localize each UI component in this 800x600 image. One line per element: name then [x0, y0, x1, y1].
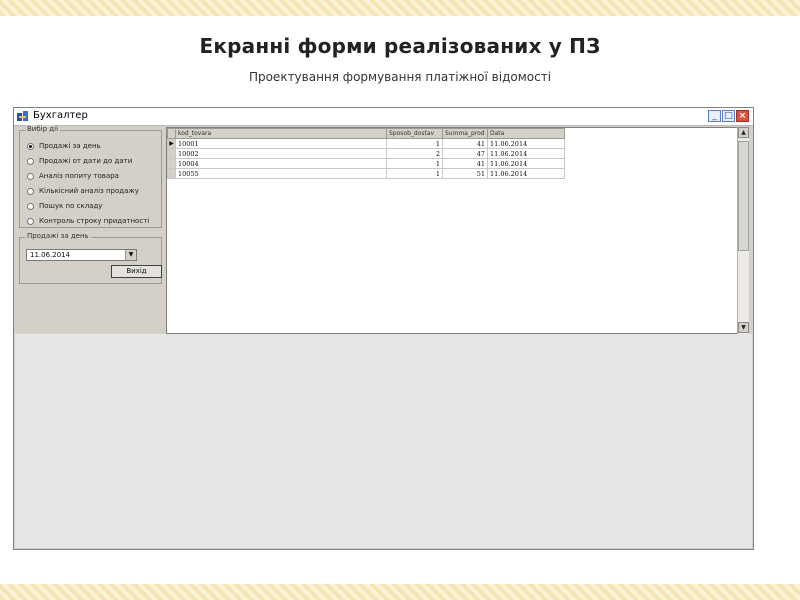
- column-header[interactable]: Summa_prod: [442, 128, 488, 139]
- radio-option-0[interactable]: Продажі за день: [27, 140, 101, 152]
- radio-button-icon: [27, 202, 34, 210]
- slide-title: Екранні форми реалізованих у ПЗ: [199, 34, 601, 58]
- window-titlebar[interactable]: Бухгалтер _ □ ×: [14, 108, 753, 126]
- slide-subtitle: Проектування формування платіжної відомо…: [248, 70, 552, 84]
- radio-option-3[interactable]: Кількісний аналіз продажу: [27, 185, 139, 197]
- radio-option-label: Контроль строку придатності: [39, 217, 150, 225]
- table-cell[interactable]: 11.06.2014: [487, 168, 565, 179]
- column-header[interactable]: Sposob_dostav: [386, 128, 443, 139]
- decorative-top-band: [0, 0, 800, 16]
- window-title: Бухгалтер: [33, 110, 88, 121]
- scrollbar-thumb[interactable]: [738, 141, 749, 251]
- radio-button-icon: [27, 142, 34, 150]
- action-selection-group: Вибір дії Продажі за день Продажі от дат…: [19, 125, 162, 228]
- table-cell[interactable]: 1: [386, 168, 443, 179]
- table-cell[interactable]: 41: [442, 138, 488, 149]
- table-row[interactable]: 10002 2 47 11.06.2014: [167, 148, 565, 159]
- radio-option-label: Аналіз попиту товара: [39, 172, 119, 180]
- radio-option-label: Продажі за день: [39, 142, 101, 150]
- column-header[interactable]: Data: [487, 128, 565, 139]
- header-indicator: [167, 128, 176, 139]
- table-cell[interactable]: 1: [386, 138, 443, 149]
- row-indicator-icon: [167, 168, 176, 179]
- sales-data-grid[interactable]: kod_tovara Sposob_dostav Summa_prod Data…: [166, 127, 749, 334]
- daily-sales-group: Продажі за день 11.06.2014 ▼ Вихід: [19, 232, 162, 284]
- table-cell[interactable]: 10004: [175, 158, 387, 169]
- row-indicator-icon: ▶: [167, 138, 176, 149]
- daily-sales-legend: Продажі за день: [25, 232, 91, 240]
- radio-option-2[interactable]: Аналіз попиту товара: [27, 170, 119, 182]
- radio-button-icon: [27, 187, 34, 195]
- row-indicator-icon: [167, 148, 176, 159]
- form-panel: Вибір дії Продажі за день Продажі от дат…: [15, 125, 752, 334]
- exit-button[interactable]: Вихід: [111, 265, 162, 278]
- app-window: Бухгалтер _ □ × Вибір дії Продажі за ден…: [13, 107, 754, 550]
- minimize-button[interactable]: _: [708, 110, 721, 122]
- action-selection-legend: Вибір дії: [25, 125, 61, 133]
- scroll-up-icon[interactable]: ▲: [738, 127, 749, 138]
- maximize-button[interactable]: □: [722, 110, 735, 122]
- sales-table: kod_tovara Sposob_dostav Summa_prod Data…: [167, 128, 565, 179]
- table-cell[interactable]: 41: [442, 158, 488, 169]
- row-indicator-icon: [167, 158, 176, 169]
- decorative-bottom-band: [0, 584, 800, 600]
- radio-option-1[interactable]: Продажі от дати до дати: [27, 155, 132, 167]
- table-cell[interactable]: 1: [386, 158, 443, 169]
- table-cell[interactable]: 2: [386, 148, 443, 159]
- date-select-value: 11.06.2014: [30, 251, 71, 259]
- radio-button-icon: [27, 217, 34, 225]
- radio-option-label: Продажі от дати до дати: [39, 157, 133, 165]
- radio-option-4[interactable]: Пошук по складу: [27, 200, 102, 212]
- table-cell[interactable]: 11.06.2014: [487, 138, 565, 149]
- date-select[interactable]: 11.06.2014 ▼: [26, 249, 137, 261]
- table-cell[interactable]: 10055: [175, 168, 387, 179]
- table-cell[interactable]: 11.06.2014: [487, 148, 565, 159]
- table-row[interactable]: 10004 1 41 11.06.2014: [167, 158, 565, 169]
- app-icon: [17, 111, 28, 121]
- close-button[interactable]: ×: [736, 110, 749, 122]
- table-cell[interactable]: 10002: [175, 148, 387, 159]
- table-cell[interactable]: 11.06.2014: [487, 158, 565, 169]
- radio-button-icon: [27, 157, 34, 165]
- table-cell[interactable]: 10001: [175, 138, 387, 149]
- empty-client-area: [15, 334, 752, 548]
- radio-option-5[interactable]: Контроль строку придатності: [27, 215, 149, 227]
- table-cell[interactable]: 47: [442, 148, 488, 159]
- radio-option-label: Пошук по складу: [39, 202, 103, 210]
- radio-button-icon: [27, 172, 34, 180]
- table-row[interactable]: 10055 1 51 11.06.2014: [167, 168, 565, 179]
- grid-vertical-scrollbar[interactable]: ▲ ▼: [737, 127, 749, 334]
- column-header[interactable]: kod_tovara: [175, 128, 387, 139]
- scroll-down-icon[interactable]: ▼: [738, 322, 749, 333]
- table-cell[interactable]: 51: [442, 168, 488, 179]
- radio-option-label: Кількісний аналіз продажу: [39, 187, 139, 195]
- table-row[interactable]: ▶ 10001 1 41 11.06.2014: [167, 138, 565, 149]
- table-header-row: kod_tovara Sposob_dostav Summa_prod Data: [167, 128, 565, 139]
- chevron-down-icon[interactable]: ▼: [125, 250, 136, 260]
